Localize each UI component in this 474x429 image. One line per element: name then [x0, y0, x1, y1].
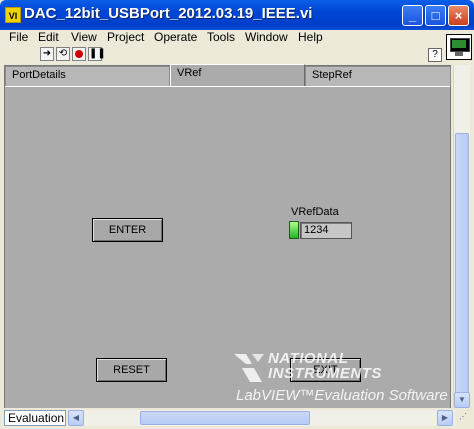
resize-grip-icon[interactable]: ⋰ — [455, 410, 471, 426]
menu-tools[interactable]: Tools — [207, 30, 235, 44]
tab-portdetails[interactable]: PortDetails — [5, 66, 170, 86]
vrefdata-label: VRefData — [291, 206, 339, 218]
menu-window[interactable]: Window — [245, 30, 288, 44]
scroll-right-icon[interactable]: ▶ — [437, 410, 453, 426]
vertical-scroll-thumb[interactable] — [455, 133, 469, 393]
reset-button[interactable]: RESET — [96, 358, 167, 382]
menu-view[interactable]: View — [71, 30, 97, 44]
ni-evaluation-watermark: NATIONAL INSTRUMENTS LabVIEW™Evaluation … — [232, 350, 452, 406]
menu-operate[interactable]: Operate — [154, 30, 197, 44]
pause-icon[interactable]: ❚❚ — [88, 47, 106, 61]
maximize-button[interactable]: □ — [425, 5, 446, 26]
tab-vref[interactable]: VRef — [170, 64, 305, 86]
labview-evaluation-text: LabVIEW™Evaluation Software — [236, 387, 448, 404]
labview-vi-icon[interactable]: VI — [5, 7, 21, 23]
run-continuously-icon[interactable]: ⟲ — [56, 47, 70, 61]
title-bar[interactable]: VI DAC_12bit_USBPort_2012.03.19_IEEE.vi … — [0, 0, 474, 30]
menu-help[interactable]: Help — [298, 30, 323, 44]
ni-brand-line2: INSTRUMENTS — [268, 365, 382, 382]
enter-button[interactable]: ENTER — [92, 218, 163, 242]
vrefdata-led — [289, 221, 299, 239]
menu-project[interactable]: Project — [107, 30, 144, 44]
evaluation-status: Evaluation — [4, 410, 66, 426]
window-title: DAC_12bit_USBPort_2012.03.19_IEEE.vi — [24, 5, 313, 22]
menu-bar: File Edit View Project Operate Tools Win… — [0, 30, 474, 45]
menu-file[interactable]: File — [9, 30, 28, 44]
vi-connector-icon — [446, 34, 472, 60]
menu-edit[interactable]: Edit — [38, 30, 59, 44]
run-arrow-icon[interactable]: ➜ — [40, 47, 54, 61]
abort-icon[interactable] — [72, 47, 86, 61]
close-button[interactable]: × — [448, 5, 469, 26]
tab-stepref[interactable]: StepRef — [305, 66, 451, 86]
scroll-left-icon[interactable]: ◀ — [68, 410, 84, 426]
scroll-down-icon[interactable]: ▼ — [454, 392, 470, 408]
toolbar: ➜ ⟲ ❚❚ — [0, 45, 474, 65]
minimize-button[interactable]: _ — [402, 5, 423, 26]
context-help-icon[interactable]: ? — [428, 48, 442, 62]
horizontal-scroll-thumb[interactable] — [140, 411, 310, 425]
vrefdata-indicator[interactable]: 1234 — [300, 222, 352, 239]
ni-eagle-logo-icon — [234, 354, 264, 382]
